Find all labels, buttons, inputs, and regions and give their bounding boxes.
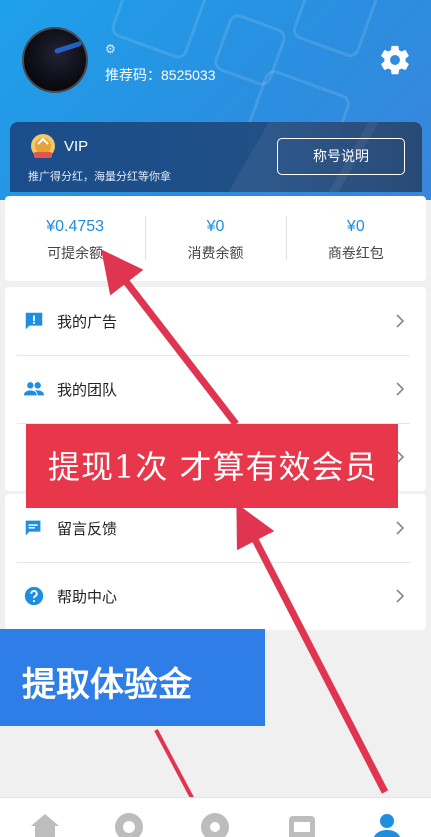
balance-value: ¥0.4753 xyxy=(46,218,105,235)
balance-value: ¥0 xyxy=(206,218,225,235)
withdraw-notice-banner: 提现1次 才算有效会员 xyxy=(26,424,398,508)
help-icon xyxy=(24,586,44,606)
vip-level: VIP xyxy=(64,138,89,155)
vip-badge-icon xyxy=(31,134,55,158)
home-icon[interactable] xyxy=(28,810,62,837)
chevron-right-icon xyxy=(396,521,405,535)
referral-code-value: 8525033 xyxy=(161,67,216,83)
menu-item-team[interactable]: 我的团队 xyxy=(5,355,426,423)
balance-panel: ¥0.4753 可提余额 ¥0 消费余额 ¥0 商卷红包 xyxy=(5,196,426,281)
vip-subtitle: 推广得分红，海量分红等你拿 xyxy=(28,171,171,183)
camera-icon[interactable] xyxy=(112,810,146,837)
menu-item-help[interactable]: 帮助中心 xyxy=(5,562,426,630)
balance-value: ¥0 xyxy=(346,218,365,235)
menu-label: 帮助中心 xyxy=(57,588,118,606)
withdraw-notice-text: 提现1次 才算有效会员 xyxy=(48,448,378,486)
consumption-balance[interactable]: ¥0 消费余额 xyxy=(145,196,285,281)
avatar[interactable] xyxy=(22,27,88,93)
chevron-right-icon xyxy=(396,382,405,396)
balance-label: 消费余额 xyxy=(187,245,244,261)
balance-label: 商卷红包 xyxy=(327,245,384,261)
edit-profile-icon[interactable]: ⚙ xyxy=(105,42,116,56)
discover-icon[interactable] xyxy=(198,810,232,837)
menu-label: 我的广告 xyxy=(57,313,118,331)
menu-group-2: 留言反馈 帮助中心 xyxy=(5,494,426,630)
ad-icon xyxy=(25,312,43,330)
chevron-right-icon xyxy=(396,314,405,328)
store-icon[interactable] xyxy=(285,810,319,837)
trial-gold-text: 提取体验金 xyxy=(22,665,192,705)
feedback-icon xyxy=(25,520,41,536)
referral-code: 推荐码：8525033 xyxy=(105,65,216,85)
vip-card: VIP 推广得分红，海量分红等你拿 称号说明 xyxy=(10,122,422,192)
title-explanation-button[interactable]: 称号说明 xyxy=(277,138,405,175)
voucher-balance[interactable]: ¥0 商卷红包 xyxy=(285,196,426,281)
withdrawable-balance[interactable]: ¥0.4753 可提余额 xyxy=(5,196,145,281)
menu-label: 留言反馈 xyxy=(57,520,118,538)
referral-label: 推荐码： xyxy=(105,67,161,83)
chevron-right-icon xyxy=(396,589,405,603)
bottom-tab-bar xyxy=(0,797,431,837)
menu-label: 我的团队 xyxy=(57,381,118,399)
profile-icon[interactable] xyxy=(370,810,404,837)
balance-label: 可提余额 xyxy=(47,245,104,261)
trial-gold-banner: 提取体验金 xyxy=(0,629,265,726)
team-icon xyxy=(23,382,45,396)
menu-item-ads[interactable]: 我的广告 xyxy=(5,287,426,355)
settings-icon[interactable] xyxy=(378,43,412,77)
